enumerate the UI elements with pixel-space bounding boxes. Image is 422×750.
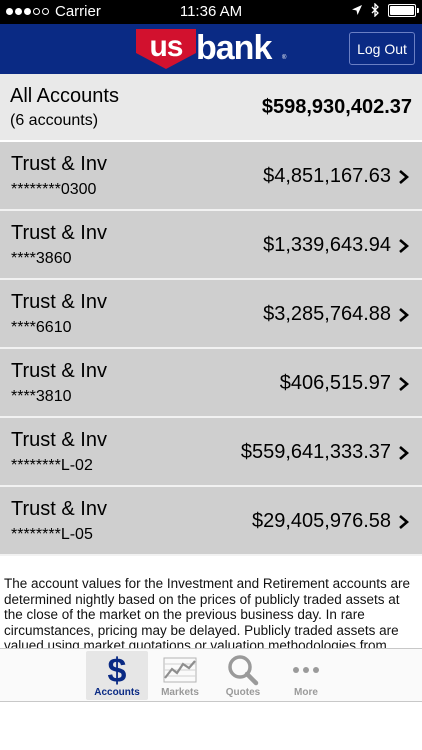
logo-registered-mark: ® [282,55,287,61]
summary-title: All Accounts [10,85,119,107]
tab-more[interactable]: More [275,651,337,700]
status-right [351,3,419,17]
chevron-right-icon [399,446,409,460]
logo-bank-text: bank [196,29,272,67]
account-number: ********L-02 [11,457,93,474]
account-row[interactable]: Trust & Inv ****3810 $406,515.97 [0,349,422,418]
usbank-logo: us bank ® [136,29,286,69]
account-number: ****6610 [11,319,72,336]
account-name: Trust & Inv [11,291,107,313]
location-arrow-icon [352,5,362,15]
status-bar: Carrier 11:36 AM [0,0,422,24]
magnifier-icon [212,653,274,687]
tab-label: Accounts [94,687,140,698]
account-row[interactable]: Trust & Inv ********L-05 $29,405,976.58 [0,487,422,556]
account-row[interactable]: Trust & Inv ****3860 $1,339,643.94 [0,211,422,280]
disclaimer-text: The account values for the Investment an… [4,576,410,648]
account-name: Trust & Inv [11,222,107,244]
account-name: Trust & Inv [11,429,107,451]
account-balance: $4,851,167.63 [263,165,391,187]
account-number: ********0300 [11,181,97,198]
tab-label: Markets [161,687,199,698]
account-name: Trust & Inv [11,498,107,520]
account-number: ********L-05 [11,526,93,543]
chevron-right-icon [399,239,409,253]
ellipsis-icon [275,653,337,687]
account-list: Trust & Inv ********0300 $4,851,167.63 T… [0,142,422,556]
account-row[interactable]: Trust & Inv ****6610 $3,285,764.88 [0,280,422,349]
account-row[interactable]: Trust & Inv ********0300 $4,851,167.63 [0,142,422,211]
logo-us-text: us [149,30,183,63]
dollar-icon: $ [86,653,148,687]
tab-accounts[interactable]: $ Accounts [86,651,148,700]
disclaimer-panel[interactable]: The account values for the Investment an… [0,556,422,648]
account-name: Trust & Inv [11,153,107,175]
logout-button[interactable]: Log Out [349,32,415,65]
bluetooth-icon [371,3,379,17]
summary-account-count: (6 accounts) [10,112,99,129]
account-name: Trust & Inv [11,360,107,382]
chart-icon [149,653,211,687]
svg-text:$: $ [108,653,127,687]
account-number: ****3860 [11,250,72,267]
account-balance: $3,285,764.88 [263,303,391,325]
account-balance: $559,641,333.37 [240,441,391,463]
tab-label: Quotes [225,687,261,698]
account-balance: $406,515.97 [279,372,391,394]
app-header: us bank ® Log Out [0,24,422,74]
account-balance: $1,339,643.94 [263,234,391,256]
tab-bar: $ Accounts Markets Quotes More [0,648,422,702]
account-row[interactable]: Trust & Inv ********L-02 $559,641,333.37 [0,418,422,487]
account-number: ****3810 [11,388,72,405]
chevron-right-icon [399,170,409,184]
tab-quotes[interactable]: Quotes [212,651,274,700]
all-accounts-summary: All Accounts (6 accounts) $598,930,402.3… [0,74,422,142]
chevron-right-icon [399,377,409,391]
tab-markets[interactable]: Markets [149,651,211,700]
tab-label: More [294,687,318,698]
summary-total-balance: $598,930,402.37 [261,96,412,118]
battery-icon [388,3,419,17]
account-balance: $29,405,976.58 [251,510,391,532]
chevron-right-icon [399,515,409,529]
chevron-right-icon [399,308,409,322]
